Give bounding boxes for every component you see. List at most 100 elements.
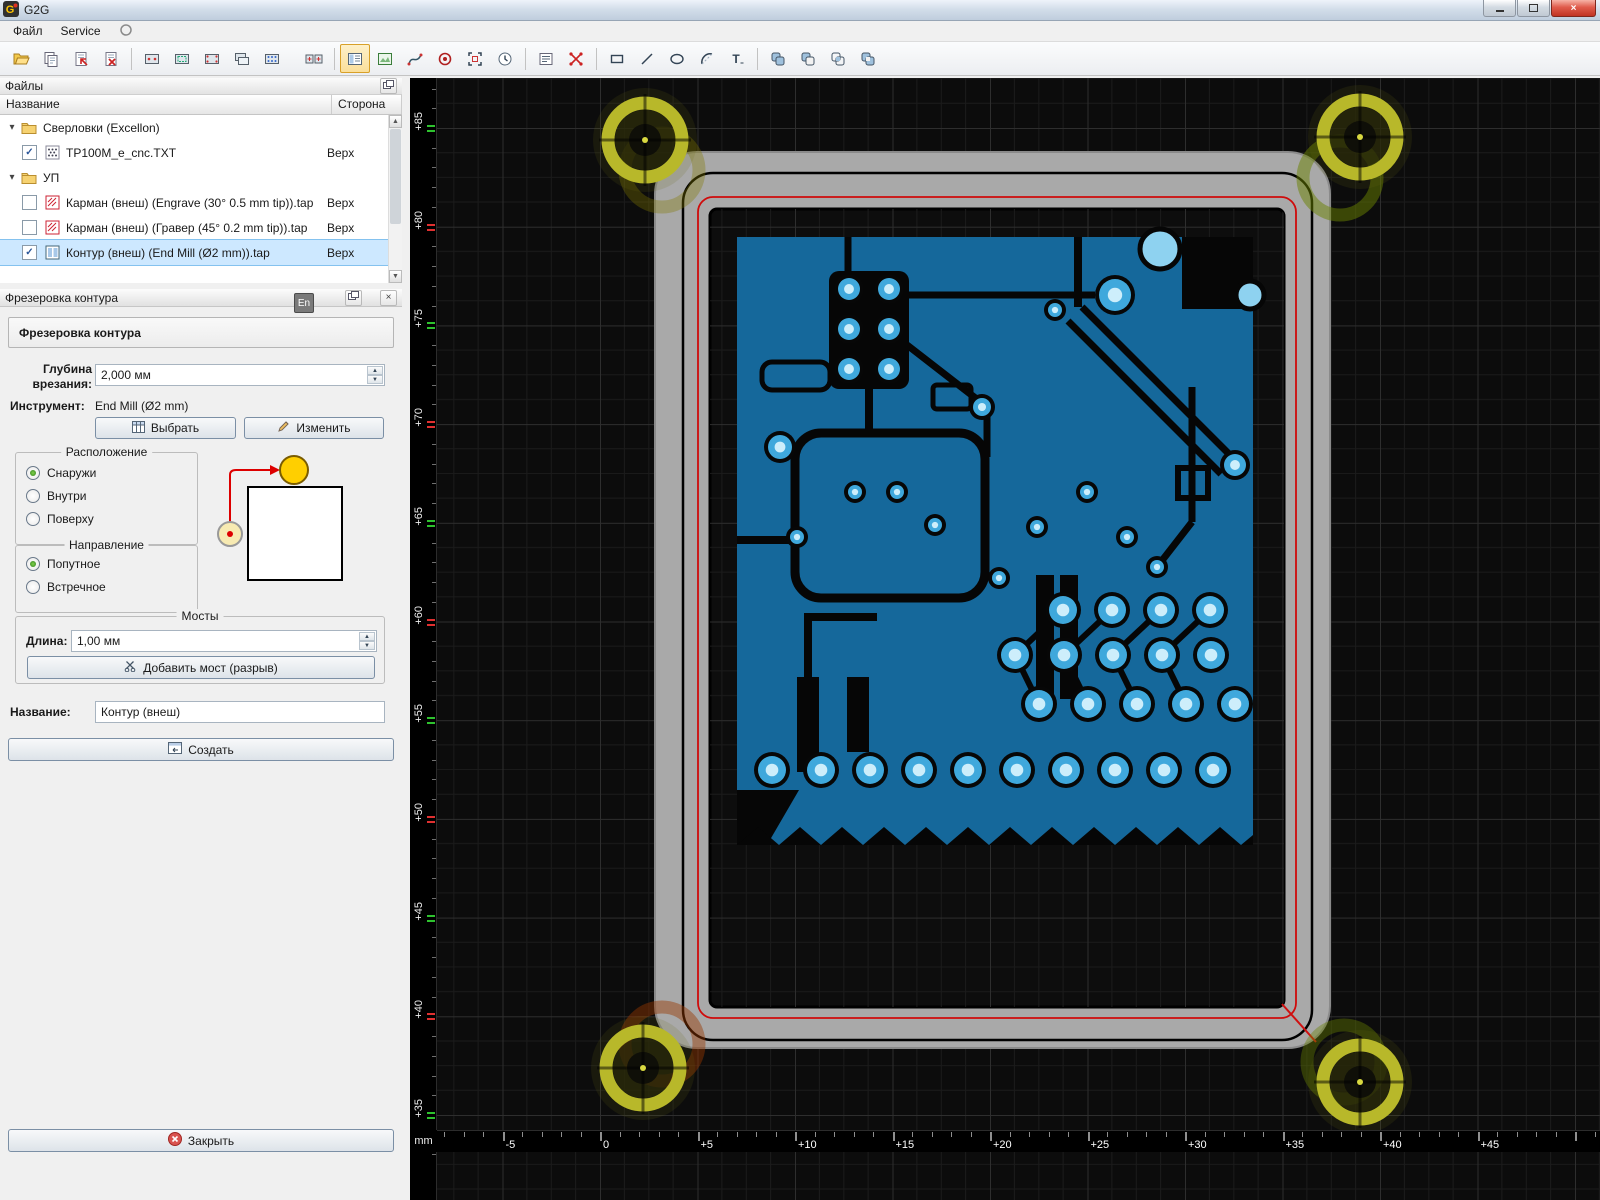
board-marks-button[interactable]: [197, 44, 227, 73]
tree-folder-row[interactable]: ▾ Сверловки (Excellon): [0, 115, 389, 140]
spin-down-icon[interactable]: ▼: [367, 375, 383, 384]
import-button[interactable]: [66, 44, 96, 73]
board-array-button[interactable]: [257, 44, 287, 73]
ruler-major-tick: [427, 524, 435, 527]
ruler-minor-tick: [970, 1132, 972, 1137]
ruler-minor-tick: [1536, 1132, 1537, 1137]
tree-file-row[interactable]: ✓ TP100M_e_cnc.TXT Верх: [0, 140, 389, 165]
menu-file[interactable]: Файл: [4, 22, 52, 40]
ruler-minor-tick: [432, 305, 436, 307]
direction-option-1[interactable]: Встречное: [16, 575, 197, 598]
save-copy-button[interactable]: [36, 44, 66, 73]
fit-view-button[interactable]: [460, 44, 490, 73]
file-checkbox[interactable]: [22, 220, 37, 235]
draw-rect-button[interactable]: [602, 44, 632, 73]
tree-file-row[interactable]: Карман (внеш) (Engrave (30° 0.5 mm tip))…: [0, 190, 389, 215]
properties-button[interactable]: [531, 44, 561, 73]
draw-ellipse-button[interactable]: [662, 44, 692, 73]
length-spinbox[interactable]: 1,00 мм ▲ ▼: [71, 630, 377, 652]
toolbar-separator: [596, 47, 597, 70]
location-option-1[interactable]: Внутри: [16, 484, 197, 507]
tree-scrollbar[interactable]: ▲ ▼: [388, 115, 402, 283]
expander-icon[interactable]: ▾: [4, 122, 20, 133]
poly-union-button[interactable]: [763, 44, 793, 73]
scroll-thumb[interactable]: [390, 129, 401, 224]
ruler-minor-tick: [1224, 1132, 1225, 1137]
app-icon: G: [3, 0, 19, 20]
drill-marks-button[interactable]: [430, 44, 460, 73]
name-input[interactable]: Контур (внеш): [95, 701, 385, 723]
draw-text-button[interactable]: T: [722, 44, 752, 73]
expander-icon[interactable]: ▾: [4, 172, 20, 183]
radio-label: Встречное: [47, 579, 106, 594]
files-view-button[interactable]: [340, 44, 370, 73]
ruler-minor-tick: [1497, 1132, 1498, 1137]
undock-icon[interactable]: [380, 78, 397, 94]
maximize-button[interactable]: [1517, 0, 1550, 17]
vertical-splitter[interactable]: [402, 76, 410, 1200]
board-new-button[interactable]: [137, 44, 167, 73]
board-select-button[interactable]: [167, 44, 197, 73]
file-checkbox[interactable]: ✓: [22, 245, 37, 260]
close-button[interactable]: ×: [1551, 0, 1596, 17]
panelize-button[interactable]: [299, 44, 329, 73]
scroll-down-icon[interactable]: ▼: [389, 270, 402, 283]
undock-icon[interactable]: [345, 289, 362, 306]
poly-intersect-button[interactable]: [823, 44, 853, 73]
window-title: G2G: [24, 3, 50, 17]
menu-service[interactable]: Service: [52, 22, 110, 40]
direction-option-0[interactable]: Попутное: [16, 552, 197, 575]
contour-file-icon: [43, 245, 61, 260]
h-ruler-label: +15: [895, 1139, 915, 1151]
menu-settings[interactable]: [110, 21, 142, 42]
depth-spinbox[interactable]: 2,000 мм ▲ ▼: [95, 364, 385, 386]
remove-button[interactable]: [96, 44, 126, 73]
junctions-button[interactable]: [561, 44, 591, 73]
file-checkbox[interactable]: ✓: [22, 145, 37, 160]
ruler-major-tick: [427, 223, 435, 226]
close-panel-button[interactable]: Закрыть: [8, 1129, 394, 1152]
direction-group-title: Направление: [64, 538, 149, 552]
language-badge[interactable]: En: [294, 293, 314, 313]
simulation-button[interactable]: [490, 44, 520, 73]
tree-file-row[interactable]: Карман (внеш) (Гравер (45° 0.2 mm tip)).…: [0, 215, 389, 240]
radio-icon: [26, 465, 40, 480]
location-option-0[interactable]: Снаружи: [16, 461, 197, 484]
column-side[interactable]: Сторона: [332, 95, 402, 114]
tree-folder-row[interactable]: ▾ УП: [0, 165, 389, 190]
change-tool-button[interactable]: Изменить: [244, 417, 384, 439]
poly-exclude-button[interactable]: [853, 44, 883, 73]
dialog-close-icon[interactable]: ×: [380, 289, 397, 306]
minimize-button[interactable]: [1483, 0, 1516, 17]
ruler-minor-tick: [678, 1132, 679, 1137]
ruler-minor-tick: [1360, 1132, 1362, 1137]
create-button[interactable]: Создать: [8, 738, 394, 761]
preview-view-button[interactable]: [370, 44, 400, 73]
ruler-unit-label: mm: [410, 1130, 437, 1152]
location-option-2[interactable]: Поверху: [16, 507, 197, 530]
ruler-minor-tick: [1146, 1132, 1147, 1137]
poly-subtract-button[interactable]: [793, 44, 823, 73]
spin-up-icon[interactable]: ▲: [367, 366, 383, 375]
file-checkbox[interactable]: [22, 195, 37, 210]
add-bridge-button[interactable]: Добавить мост (разрыв): [27, 656, 375, 679]
section-title: Фрезеровка контура: [8, 317, 394, 348]
files-panel-header: Файлы: [0, 78, 402, 95]
engrave-file-icon: [43, 220, 61, 235]
spin-down-icon[interactable]: ▼: [359, 641, 375, 650]
tree-file-row[interactable]: ✓ Контур (внеш) (End Mill (Ø2 mm)).tap Вер…: [0, 239, 389, 266]
scroll-up-icon[interactable]: ▲: [389, 115, 402, 128]
v-ruler-label: +80: [413, 210, 425, 230]
draw-line-button[interactable]: [632, 44, 662, 73]
column-name[interactable]: Название: [0, 95, 332, 114]
ruler-minor-tick: [432, 285, 436, 287]
workspace-canvas[interactable]: +85 +80 +75 +70 +65 +60 +55 +50 +45 +40 +35 -5 0 +5 +…: [410, 78, 1600, 1200]
spin-up-icon[interactable]: ▲: [359, 632, 375, 641]
board-copy-button[interactable]: [227, 44, 257, 73]
tree-column-header: Название Сторона: [0, 95, 402, 115]
ruler-minor-tick: [561, 1132, 562, 1137]
toolpath-edit-button[interactable]: [400, 44, 430, 73]
draw-arc-button[interactable]: [692, 44, 722, 73]
open-button[interactable]: [6, 44, 36, 73]
select-tool-button[interactable]: Выбрать: [95, 417, 236, 439]
